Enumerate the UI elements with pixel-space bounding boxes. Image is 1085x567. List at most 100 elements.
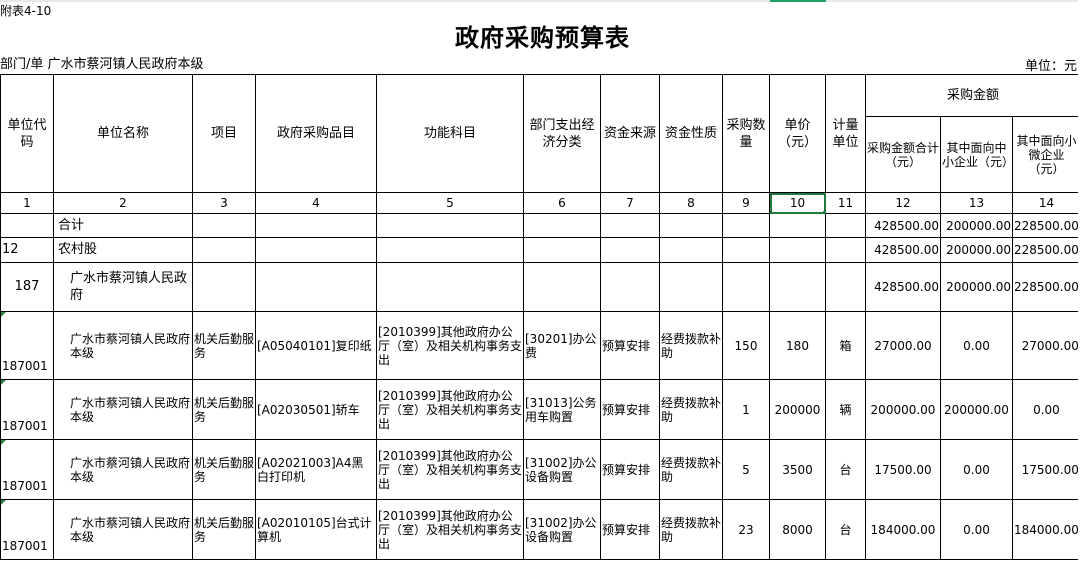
col-number[interactable]: 7 xyxy=(600,192,660,214)
row-code[interactable]: 187001 xyxy=(0,439,54,500)
empty-cell[interactable] xyxy=(722,262,770,312)
row-nature[interactable]: 经费拨款补助 xyxy=(659,311,723,380)
empty-cell[interactable] xyxy=(825,213,866,238)
col-number[interactable]: 3 xyxy=(192,192,256,214)
row-project[interactable]: 机关后勤服务 xyxy=(192,379,256,440)
row-price[interactable]: 200000 xyxy=(769,379,826,440)
row-price[interactable]: 3500 xyxy=(769,439,826,500)
row-unit[interactable]: 辆 xyxy=(825,379,866,440)
header-function-subject[interactable]: 功能科目 xyxy=(376,74,524,193)
row-source[interactable]: 预算安排 xyxy=(600,379,660,440)
row-code[interactable]: 187001 xyxy=(0,311,54,380)
selected-cell[interactable]: 10 xyxy=(769,192,826,214)
row-code[interactable]: 12 xyxy=(0,237,54,263)
row-quantity[interactable]: 5 xyxy=(722,439,770,500)
row-price[interactable]: 8000 xyxy=(769,499,826,560)
empty-cell[interactable] xyxy=(722,213,770,238)
row-source[interactable]: 预算安排 xyxy=(600,499,660,560)
header-unit-price[interactable]: 单价（元） xyxy=(769,74,826,193)
col-number[interactable]: 4 xyxy=(255,192,377,214)
col-number[interactable]: 14 xyxy=(1012,192,1081,214)
col-number[interactable]: 2 xyxy=(53,192,193,214)
row-code[interactable] xyxy=(0,213,54,238)
amount-total[interactable]: 428500.00 xyxy=(865,213,941,238)
empty-cell[interactable] xyxy=(192,213,256,238)
header-measure-unit[interactable]: 计量单位 xyxy=(825,74,866,193)
row-economic[interactable]: [30201]办公费 xyxy=(523,311,601,380)
row-code[interactable]: 187 xyxy=(0,262,54,312)
header-project[interactable]: 项目 xyxy=(192,74,256,193)
empty-cell[interactable] xyxy=(376,213,524,238)
col-number[interactable]: 12 xyxy=(865,192,941,214)
row-source[interactable]: 预算安排 xyxy=(600,439,660,500)
amount-sme[interactable]: 0.00 xyxy=(940,311,1013,380)
empty-cell[interactable] xyxy=(600,213,660,238)
col-number[interactable]: 13 xyxy=(940,192,1013,214)
row-quantity[interactable]: 23 xyxy=(722,499,770,560)
header-fund-nature[interactable]: 资金性质 xyxy=(659,74,723,193)
row-item[interactable]: [A02021003]A4黑白打印机 xyxy=(255,439,377,500)
header-amount-micro[interactable]: 其中面向小微企业（元） xyxy=(1012,116,1081,193)
empty-cell[interactable] xyxy=(659,213,723,238)
row-function[interactable]: [2010399]其他政府办公厅（室）及相关机构事务支出 xyxy=(376,439,524,500)
empty-cell[interactable] xyxy=(255,237,377,263)
header-unit-name[interactable]: 单位名称 xyxy=(53,74,193,193)
amount-total[interactable]: 428500.00 xyxy=(865,262,941,312)
amount-total[interactable]: 184000.00 xyxy=(865,499,941,560)
row-code[interactable]: 187001 xyxy=(0,499,54,560)
empty-cell[interactable] xyxy=(825,262,866,312)
header-amount-total[interactable]: 采购金额合计（元） xyxy=(865,116,941,193)
empty-cell[interactable] xyxy=(255,262,377,312)
amount-sme[interactable]: 200000.00 xyxy=(940,379,1013,440)
row-price[interactable]: 180 xyxy=(769,311,826,380)
header-amount-sme[interactable]: 其中面向中小企业（元） xyxy=(940,116,1013,193)
amount-micro[interactable]: 17500.00 xyxy=(1012,439,1081,500)
row-unit[interactable]: 台 xyxy=(825,499,866,560)
empty-cell[interactable] xyxy=(523,213,601,238)
empty-cell[interactable] xyxy=(659,262,723,312)
fill-handle[interactable] xyxy=(823,211,825,213)
amount-total[interactable]: 17500.00 xyxy=(865,439,941,500)
empty-cell[interactable] xyxy=(523,262,601,312)
row-name[interactable]: 广水市蔡河镇人民政府本级 xyxy=(53,439,193,500)
empty-cell[interactable] xyxy=(825,237,866,263)
empty-cell[interactable] xyxy=(769,262,826,312)
amount-micro[interactable]: 228500.00 xyxy=(1012,262,1081,312)
amount-sme[interactable]: 200000.00 xyxy=(940,237,1013,263)
amount-total[interactable]: 428500.00 xyxy=(865,237,941,263)
row-economic[interactable]: [31013]公务用车购置 xyxy=(523,379,601,440)
amount-total[interactable]: 27000.00 xyxy=(865,311,941,380)
row-quantity[interactable]: 1 xyxy=(722,379,770,440)
row-unit[interactable]: 台 xyxy=(825,439,866,500)
row-nature[interactable]: 经费拨款补助 xyxy=(659,439,723,500)
col-number[interactable]: 11 xyxy=(825,192,866,214)
row-name[interactable]: 广水市蔡河镇人民政府 xyxy=(53,262,193,312)
empty-cell[interactable] xyxy=(523,237,601,263)
row-economic[interactable]: [31002]办公设备购置 xyxy=(523,499,601,560)
col-number[interactable]: 6 xyxy=(523,192,601,214)
header-economic-class[interactable]: 部门支出经济分类 xyxy=(523,74,601,193)
amount-sme[interactable]: 0.00 xyxy=(940,499,1013,560)
header-unit-code[interactable]: 单位代码 xyxy=(0,74,54,193)
row-project[interactable]: 机关后勤服务 xyxy=(192,499,256,560)
header-procurement-item[interactable]: 政府采购品目 xyxy=(255,74,377,193)
amount-micro[interactable]: 0.00 xyxy=(1012,379,1081,440)
amount-micro[interactable]: 184000.00 xyxy=(1012,499,1081,560)
empty-cell[interactable] xyxy=(376,237,524,263)
row-name[interactable]: 广水市蔡河镇人民政府本级 xyxy=(53,311,193,380)
row-quantity[interactable]: 150 xyxy=(722,311,770,380)
row-unit[interactable]: 箱 xyxy=(825,311,866,380)
amount-micro[interactable]: 228500.00 xyxy=(1012,213,1081,238)
row-item[interactable]: [A02030501]轿车 xyxy=(255,379,377,440)
empty-cell[interactable] xyxy=(659,237,723,263)
row-code[interactable]: 187001 xyxy=(0,379,54,440)
row-source[interactable]: 预算安排 xyxy=(600,311,660,380)
header-quantity[interactable]: 采购数量 xyxy=(722,74,770,193)
amount-micro[interactable]: 228500.00 xyxy=(1012,237,1081,263)
empty-cell[interactable] xyxy=(255,213,377,238)
empty-cell[interactable] xyxy=(376,262,524,312)
col-number[interactable]: 1 xyxy=(0,192,54,214)
row-nature[interactable]: 经费拨款补助 xyxy=(659,499,723,560)
row-name[interactable]: 广水市蔡河镇人民政府本级 xyxy=(53,379,193,440)
empty-cell[interactable] xyxy=(769,237,826,263)
